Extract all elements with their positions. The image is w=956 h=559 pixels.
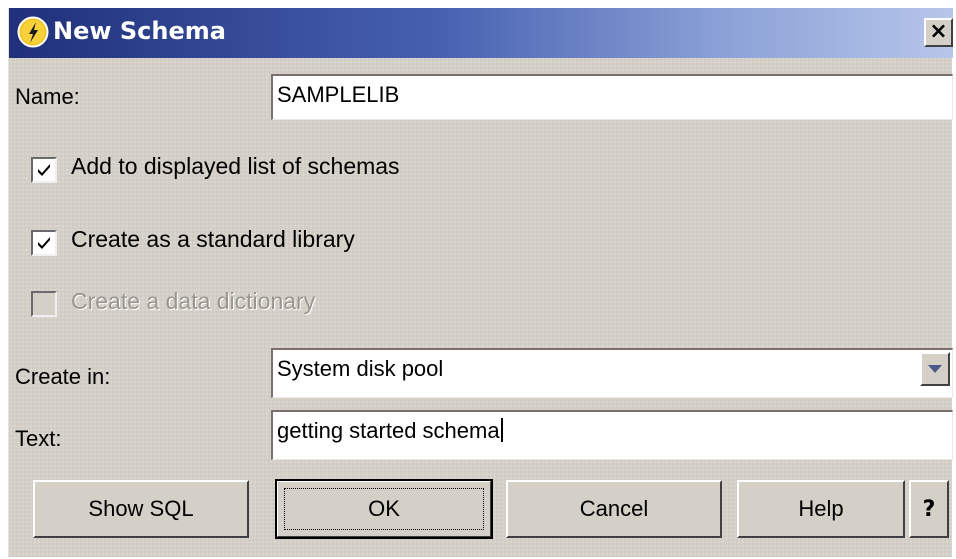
check-icon — [38, 237, 50, 249]
window-title: New Schema — [53, 17, 226, 45]
app-icon — [17, 16, 49, 48]
name-label: Name: — [15, 84, 80, 109]
cancel-label: Cancel — [579, 496, 649, 521]
add-to-list-checkbox[interactable] — [31, 157, 57, 183]
ok-button[interactable]: OK — [275, 479, 493, 539]
check-icon — [38, 164, 50, 176]
standard-library-label[interactable]: Create as a standard library — [71, 226, 355, 253]
title-bar[interactable]: New Schema × — [9, 8, 953, 58]
text-label: Text: — [15, 426, 62, 451]
data-dictionary-checkbox — [31, 291, 57, 317]
dropdown-button[interactable] — [920, 352, 950, 386]
show-sql-label: Show SQL — [88, 496, 194, 521]
help-button[interactable]: Help — [737, 480, 905, 538]
text-value: getting started schema — [277, 418, 500, 443]
text-caret — [500, 418, 503, 442]
data-dictionary-label: Create a data dictionary — [71, 288, 316, 314]
name-value: SAMPLELIB — [277, 82, 400, 107]
close-button[interactable]: × — [924, 18, 953, 47]
create-in-label: Create in: — [15, 364, 111, 389]
help-label: Help — [798, 496, 844, 521]
text-field[interactable]: getting started schema — [271, 410, 953, 460]
cancel-button[interactable]: Cancel — [506, 480, 722, 538]
close-icon: × — [929, 19, 948, 44]
focus-rect — [284, 488, 484, 530]
new-schema-dialog: New Schema × Name: SAMPLELIB Add to disp… — [8, 8, 953, 557]
standard-library-checkbox[interactable] — [31, 230, 57, 256]
question-icon: ? — [922, 497, 936, 522]
create-in-value: System disk pool — [277, 356, 444, 381]
create-in-select[interactable]: System disk pool — [271, 348, 953, 398]
whats-this-button[interactable]: ? — [909, 480, 949, 538]
name-field[interactable]: SAMPLELIB — [271, 74, 953, 120]
add-to-list-label[interactable]: Add to displayed list of schemas — [71, 153, 400, 180]
show-sql-button[interactable]: Show SQL — [33, 480, 249, 538]
chevron-down-icon — [928, 365, 942, 373]
